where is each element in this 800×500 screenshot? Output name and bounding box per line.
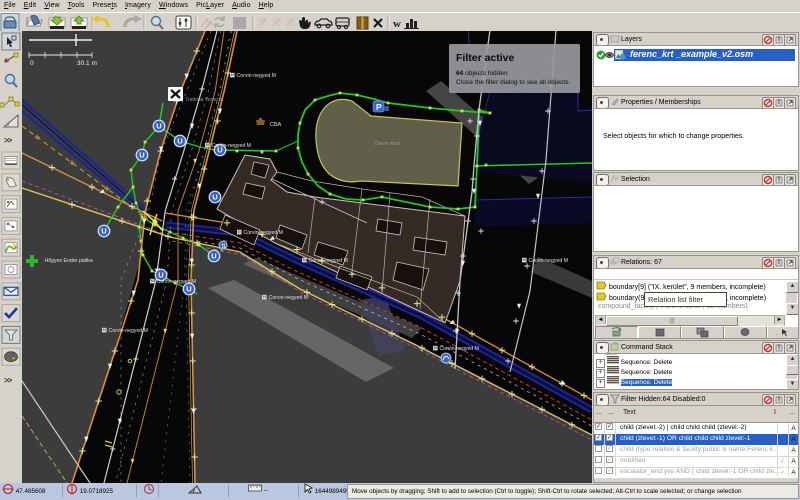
svg-text:64 objects hidden: 64 objects hidden: [456, 70, 508, 77]
svg-text:>>: >>: [4, 136, 13, 145]
svg-text:⇅: ⇅: [221, 244, 226, 250]
svg-text:Corvin-negyed M: Corvin-negyed M: [212, 143, 252, 149]
svg-text:M: M: [151, 279, 154, 283]
svg-text:U: U: [139, 151, 144, 160]
svg-text:M: M: [263, 295, 266, 299]
svg-text:U: U: [101, 227, 106, 236]
svg-text:>>: >>: [4, 376, 13, 385]
svg-text:U: U: [177, 137, 182, 146]
svg-text:30.1 m: 30.1 m: [77, 60, 97, 67]
svg-text:M: M: [231, 73, 234, 77]
svg-text:Trattoria Venezia: Trattoria Venezia: [185, 97, 223, 103]
svg-text:CBA: CBA: [270, 122, 282, 128]
svg-text:Corvin-negyed M: Corvin-negyed M: [244, 230, 284, 236]
svg-text:Corvin-negyed M: Corvin-negyed M: [309, 258, 349, 264]
svg-text:Corvin-negyed M: Corvin-negyed M: [237, 73, 277, 79]
svg-text:w: w: [393, 18, 401, 30]
svg-text:Corvin mozi: Corvin mozi: [374, 141, 400, 147]
svg-text:Corvin-negyed M: Corvin-negyed M: [269, 295, 309, 301]
svg-text:M: M: [434, 346, 437, 350]
svg-text:P: P: [376, 102, 382, 112]
svg-text:U: U: [186, 285, 191, 294]
svg-text:Corvin-negyed M: Corvin-negyed M: [109, 328, 149, 334]
svg-text:M: M: [238, 230, 241, 234]
svg-text:M: M: [103, 328, 106, 332]
svg-text:.: .: [776, 330, 778, 337]
svg-text:U: U: [212, 193, 217, 202]
svg-text:U: U: [211, 252, 216, 261]
svg-text:Corvin-negyed M: Corvin-negyed M: [529, 258, 569, 264]
svg-text:Corvin-negyed M: Corvin-negyed M: [157, 279, 197, 285]
svg-text:Corvin-negyed M: Corvin-negyed M: [440, 346, 480, 352]
svg-text:Filter active: Filter active: [456, 52, 515, 64]
svg-text:M: M: [206, 143, 209, 147]
svg-text:U: U: [156, 122, 161, 131]
svg-text:Close the filter dialog to see: Close the filter dialog to see all objec…: [456, 79, 571, 86]
svg-text:M: M: [523, 258, 526, 262]
svg-text:Hőgyes Endre patika: Hőgyes Endre patika: [45, 258, 93, 264]
svg-text:0: 0: [30, 60, 34, 67]
svg-text:M: M: [303, 258, 306, 262]
